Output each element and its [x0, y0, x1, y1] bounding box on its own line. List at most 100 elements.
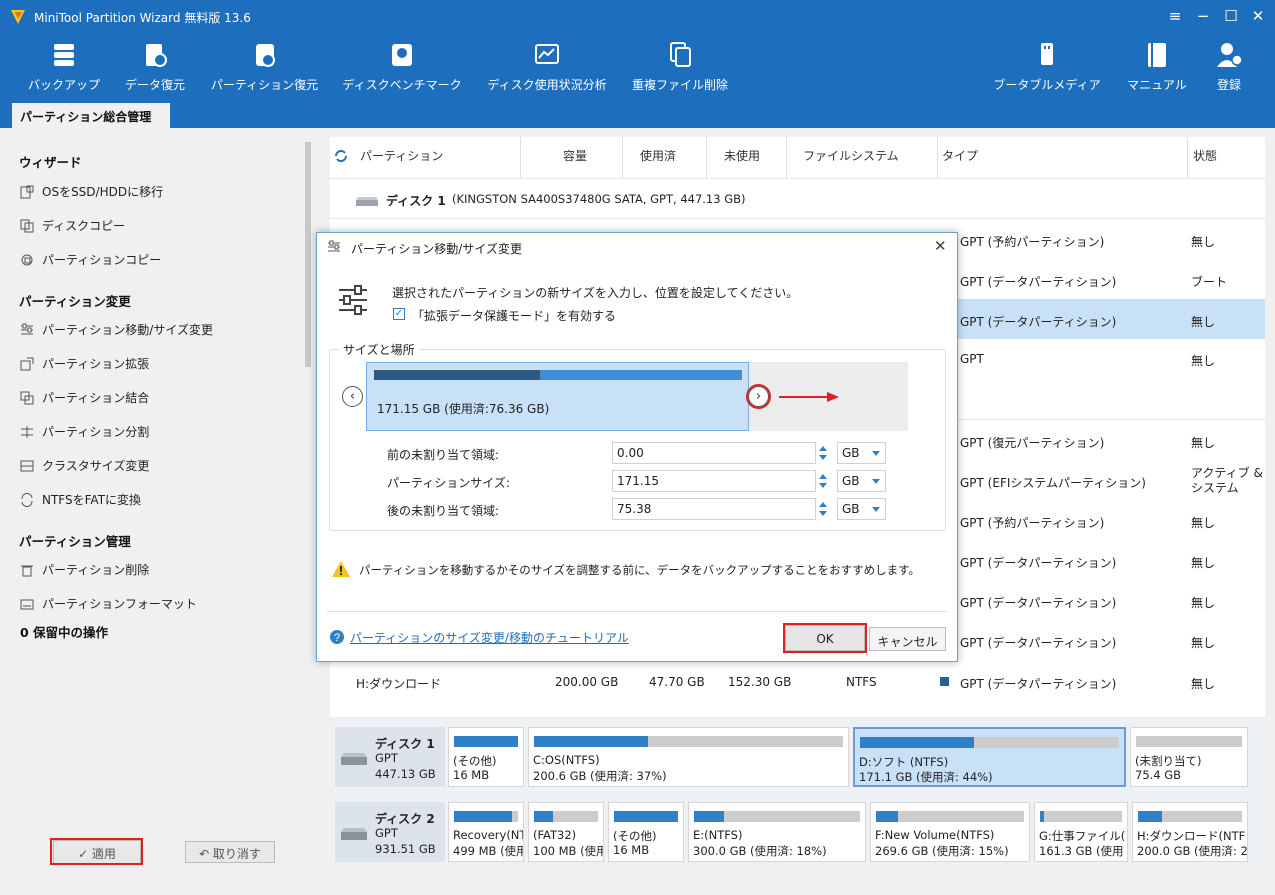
- partition-recovery-button[interactable]: パーティション復元: [207, 34, 322, 104]
- usage-fill: [614, 811, 678, 822]
- backup-icon: [54, 44, 74, 66]
- book-icon: [1148, 43, 1166, 67]
- sidebar-item-partition-copy[interactable]: パーティションコピー: [20, 251, 161, 268]
- tab-partition-management[interactable]: パーティション総合管理: [12, 103, 170, 128]
- field-label: 後の未割り当て領域:: [387, 504, 500, 518]
- sidebar-item-move-resize[interactable]: パーティション移動/サイズ変更: [20, 321, 213, 338]
- bootable-media-button[interactable]: ブータブルメディア: [990, 34, 1104, 104]
- disk-name: ディスク 1: [375, 737, 435, 751]
- col-divider: [520, 137, 521, 179]
- manual-button[interactable]: マニュアル: [1122, 34, 1192, 104]
- warning-icon: [332, 561, 350, 577]
- disk-type: GPT: [375, 826, 398, 840]
- col-unused[interactable]: 未使用: [724, 147, 760, 164]
- menu-icon[interactable]: ≡: [1166, 7, 1184, 25]
- tutorial-link[interactable]: パーティションのサイズ変更/移動のチュートリアル: [350, 629, 629, 646]
- row-status: 無し: [1191, 315, 1216, 329]
- disk1-row[interactable]: ディスク 1 (KINGSTON SA400S37480G SATA, GPT,…: [330, 178, 1265, 219]
- partition-info: 75.4 GB: [1135, 768, 1182, 782]
- sidebar-item-cluster-size[interactable]: クラスタサイズ変更: [20, 457, 149, 474]
- row-type: GPT (データパーティション): [960, 677, 1117, 691]
- partition-name: (未割り当て): [1135, 754, 1202, 768]
- sidebar-scrollbar[interactable]: [305, 142, 311, 367]
- col-capacity[interactable]: 容量: [563, 147, 587, 164]
- duplicate-file-button[interactable]: 重複ファイル削除: [628, 34, 732, 104]
- col-type[interactable]: タイプ: [942, 147, 978, 164]
- sidebar-item-disk-copy[interactable]: ディスクコピー: [20, 217, 125, 234]
- col-partition[interactable]: パーティション: [360, 147, 443, 164]
- diskmap-partition[interactable]: (その他) 16 MB: [448, 727, 524, 787]
- row-fs: NTFS: [846, 675, 877, 689]
- close-button[interactable]: ✕: [1249, 7, 1267, 25]
- row-status: アクティブ & システム: [1191, 466, 1263, 495]
- backup-button[interactable]: バックアップ: [25, 34, 103, 104]
- wizard-header: ウィザード: [19, 155, 82, 170]
- row-type: GPT (データパーティション): [960, 315, 1117, 329]
- enhanced-protection-checkbox[interactable]: ✓: [393, 308, 405, 320]
- refresh-icon[interactable]: [334, 149, 348, 163]
- minimize-button[interactable]: −: [1194, 7, 1212, 25]
- register-button[interactable]: 登録: [1208, 34, 1250, 104]
- col-divider: [937, 137, 938, 179]
- row-type: GPT (データパーティション): [960, 275, 1117, 289]
- col-status[interactable]: 状態: [1193, 147, 1217, 164]
- diskmap-disk1-label[interactable]: ディスク 1 GPT 447.13 GB: [335, 727, 445, 787]
- diskmap-partition[interactable]: (その他) 16 MB: [608, 802, 684, 862]
- col-filesystem[interactable]: ファイルシステム: [803, 147, 899, 164]
- after-space-input[interactable]: 75.38: [612, 498, 816, 520]
- warning-text: パーティションを移動するかそのサイズを調整する前に、データをバックアップすること…: [359, 563, 920, 577]
- manage-header: パーティション管理: [19, 534, 131, 549]
- migrate-icon: [20, 185, 34, 199]
- diskmap-partition[interactable]: C:OS(NTFS) 200.6 GB (使用済: 37%): [528, 727, 849, 787]
- row-type: GPT (予約パーティション): [960, 516, 1105, 530]
- cancel-button[interactable]: キャンセル: [869, 627, 946, 651]
- disk-benchmark-button[interactable]: ディスクベンチマーク: [338, 34, 466, 104]
- extend-icon: [20, 357, 34, 371]
- before-space-stepper[interactable]: [816, 442, 830, 464]
- ok-highlight: [783, 623, 867, 653]
- diskmap-partition[interactable]: Recovery(NT 499 MB (使用: [448, 802, 524, 862]
- usage-bar: [1040, 811, 1122, 822]
- sidebar-item-delete[interactable]: パーティション削除: [20, 561, 149, 578]
- unit-value: GB: [842, 474, 860, 488]
- partition-info: 499 MB (使用: [453, 844, 524, 858]
- usage-fill: [1138, 811, 1162, 822]
- col-divider: [1187, 137, 1188, 179]
- before-space-unit-select[interactable]: GB: [837, 442, 886, 464]
- col-used[interactable]: 使用済: [640, 147, 676, 164]
- undo-button[interactable]: ↶ 取り消す: [185, 841, 275, 863]
- row-status: 無し: [1191, 556, 1216, 570]
- arrow-right-icon: [779, 392, 839, 402]
- diskmap-partition[interactable]: G:仕事ファイル( 161.3 GB (使用: [1034, 802, 1128, 862]
- before-space-input[interactable]: 0.00: [612, 442, 816, 464]
- dialog-close-button[interactable]: ✕: [934, 237, 947, 255]
- sidebar-item-extend[interactable]: パーティション拡張: [20, 355, 149, 372]
- partition-size-stepper[interactable]: [816, 470, 830, 492]
- diskmap-partition[interactable]: F:New Volume(NTFS) 269.6 GB (使用済: 15%): [870, 802, 1030, 862]
- diskmap-partition[interactable]: E:(NTFS) 300.0 GB (使用済: 18%): [688, 802, 866, 862]
- after-space-stepper[interactable]: [816, 498, 830, 520]
- sliders-icon: [328, 240, 340, 252]
- after-space-unit-select[interactable]: GB: [837, 498, 886, 520]
- sidebar-item-split[interactable]: パーティション分割: [20, 423, 149, 440]
- data-recovery-button[interactable]: データ復元: [118, 34, 192, 104]
- diskmap-partition[interactable]: (未割り当て) 75.4 GB: [1130, 727, 1248, 787]
- partition-size-input[interactable]: 171.15: [612, 470, 816, 492]
- chevron-down-icon: [872, 479, 880, 484]
- sidebar-item-format[interactable]: パーティションフォーマット: [20, 595, 197, 612]
- app-title: MiniTool Partition Wizard 無料版 13.6: [34, 11, 251, 25]
- diskmap-partition-selected[interactable]: D:ソフト (NTFS) 171.1 GB (使用済: 44%): [853, 727, 1126, 787]
- move-left-button[interactable]: ‹: [342, 386, 363, 407]
- sidebar-item-ntfs-to-fat[interactable]: NTFSをFATに変換: [20, 491, 141, 508]
- diskmap-disk2-label[interactable]: ディスク 2 GPT 931.51 GB: [335, 802, 445, 862]
- table-row[interactable]: H:ダウンロード 200.00 GB 47.70 GB 152.30 GB NT…: [330, 663, 1265, 703]
- partition-size-unit-select[interactable]: GB: [837, 470, 886, 492]
- diskmap-partition[interactable]: H:ダウンロード(NTF 200.0 GB (使用済: 23: [1132, 802, 1248, 862]
- sidebar-item-migrate-os[interactable]: OSをSSD/HDDに移行: [20, 183, 163, 200]
- disk-usage-button[interactable]: ディスク使用状況分析: [484, 34, 610, 104]
- disk-icon: [341, 828, 367, 840]
- diskmap-partition[interactable]: (FAT32) 100 MB (使用: [528, 802, 604, 862]
- maximize-button[interactable]: ☐: [1222, 7, 1240, 25]
- change-header: パーティション変更: [19, 294, 131, 309]
- sidebar-item-merge[interactable]: パーティション結合: [20, 389, 149, 406]
